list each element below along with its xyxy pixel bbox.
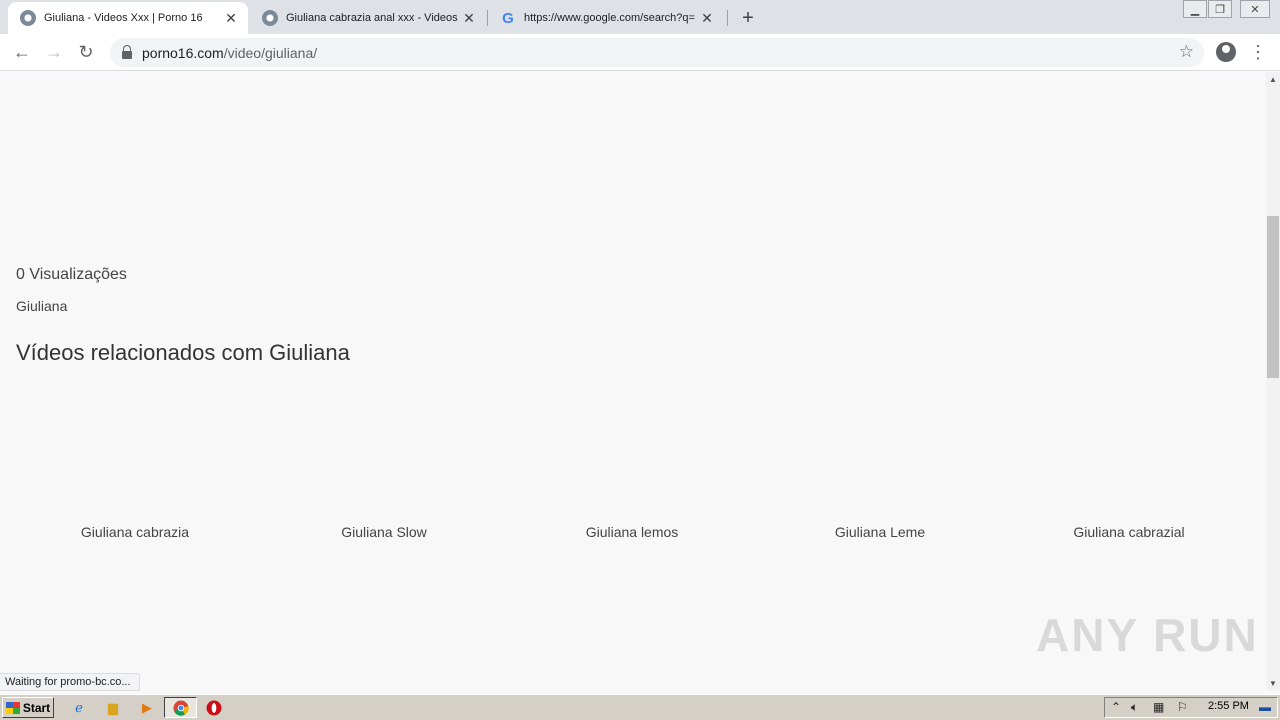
media-player-icon[interactable]: ▶ bbox=[138, 699, 156, 717]
profile-avatar-icon[interactable] bbox=[1216, 42, 1236, 62]
chrome-icon[interactable] bbox=[172, 699, 190, 717]
url-path: /video/giuliana/ bbox=[223, 44, 318, 61]
new-tab-button[interactable]: + bbox=[737, 7, 759, 29]
windows-taskbar: Start ℯ ▆ ▶ ⌃ 🔈︎ ▦ ⚐ ▬ 2:55 PM bbox=[0, 694, 1280, 720]
restore-button[interactable]: ❐ bbox=[1208, 0, 1232, 18]
tab-separator bbox=[727, 10, 728, 26]
tab-title: Giuliana - Videos Xxx | Porno 16 bbox=[44, 12, 203, 24]
tab-strip: Giuliana - Videos Xxx | Porno 16 ✕ Giuli… bbox=[0, 0, 1280, 34]
status-bubble: Waiting for promo-bc.co... bbox=[0, 673, 140, 691]
show-hidden-icons-icon[interactable]: ⌃ bbox=[1111, 700, 1121, 714]
volume-icon[interactable]: 🔈︎ bbox=[1131, 700, 1138, 715]
anyrun-watermark-logo: ANY RUN bbox=[1036, 609, 1259, 661]
scroll-up-arrow-icon[interactable]: ▲ bbox=[1266, 72, 1280, 86]
bookmark-star-icon[interactable]: ☆ bbox=[1179, 42, 1194, 62]
site-favicon-icon bbox=[20, 10, 36, 26]
tab-giuliana-cabrazia[interactable]: Giuliana cabrazia anal xxx - Videos X ✕ bbox=[250, 2, 486, 34]
scrollbar-thumb[interactable] bbox=[1267, 216, 1279, 378]
url-text[interactable]: porno16.com/video/giuliana/ bbox=[142, 45, 317, 61]
start-button[interactable]: Start bbox=[2, 697, 54, 718]
browser-toolbar: ← → ↻ porno16.com/video/giuliana/ ☆ ⋮ bbox=[0, 34, 1280, 71]
opera-icon[interactable] bbox=[205, 699, 223, 717]
google-favicon-icon: G bbox=[502, 9, 514, 27]
lock-icon bbox=[122, 44, 132, 59]
close-tab-icon[interactable]: ✕ bbox=[222, 9, 240, 27]
related-video-item[interactable]: Giuliana Leme bbox=[760, 524, 1000, 540]
reload-icon[interactable]: ↻ bbox=[74, 40, 98, 64]
show-desktop-icon[interactable]: ▬ bbox=[1259, 700, 1271, 714]
close-tab-icon[interactable]: ✕ bbox=[460, 9, 478, 27]
back-arrow-icon[interactable]: ← bbox=[10, 40, 34, 64]
tab-title: https://www.google.com/search?q= bbox=[524, 12, 695, 24]
vertical-scrollbar[interactable]: ▲ ▼ bbox=[1266, 72, 1280, 690]
scroll-down-arrow-icon[interactable]: ▼ bbox=[1266, 676, 1280, 690]
network-icon[interactable]: ▦ bbox=[1153, 700, 1164, 714]
forward-arrow-icon[interactable]: → bbox=[42, 40, 66, 64]
close-window-button[interactable]: ✕ bbox=[1240, 0, 1270, 18]
address-bar[interactable]: porno16.com/video/giuliana/ ☆ bbox=[110, 38, 1204, 67]
tab-google-search[interactable]: G https://www.google.com/search?q= ✕ bbox=[488, 2, 724, 34]
related-video-item[interactable]: Giuliana cabrazial bbox=[1009, 524, 1249, 540]
close-tab-icon[interactable]: ✕ bbox=[698, 9, 716, 27]
video-tag-link[interactable]: Giuliana bbox=[16, 298, 67, 314]
action-center-flag-icon[interactable]: ⚐ bbox=[1177, 700, 1188, 714]
view-count: 0 Visualizações bbox=[16, 266, 127, 283]
windows-logo-icon bbox=[5, 701, 20, 714]
file-explorer-icon[interactable]: ▆ bbox=[104, 699, 122, 717]
related-video-item[interactable]: Giuliana Slow bbox=[264, 524, 504, 540]
related-video-item[interactable]: Giuliana cabrazia bbox=[15, 524, 255, 540]
taskbar-clock[interactable]: 2:55 PM bbox=[1208, 700, 1249, 712]
menu-kebab-icon[interactable]: ⋮ bbox=[1249, 40, 1267, 64]
url-domain: porno16.com bbox=[142, 44, 224, 61]
site-favicon-icon bbox=[262, 10, 278, 26]
system-tray: ⌃ 🔈︎ ▦ ⚐ ▬ bbox=[1104, 697, 1278, 718]
related-video-item[interactable]: Giuliana lemos bbox=[512, 524, 752, 540]
page-content: 0 Visualizações Giuliana Vídeos relacion… bbox=[0, 72, 1266, 690]
tab-giuliana-videos[interactable]: Giuliana - Videos Xxx | Porno 16 ✕ bbox=[8, 2, 248, 34]
minimize-button[interactable]: ▁ bbox=[1183, 0, 1207, 18]
start-label: Start bbox=[22, 700, 51, 715]
related-videos-heading: Vídeos relacionados com Giuliana bbox=[16, 340, 350, 365]
internet-explorer-icon[interactable]: ℯ bbox=[70, 699, 88, 717]
tab-title: Giuliana cabrazia anal xxx - Videos X bbox=[286, 12, 460, 24]
